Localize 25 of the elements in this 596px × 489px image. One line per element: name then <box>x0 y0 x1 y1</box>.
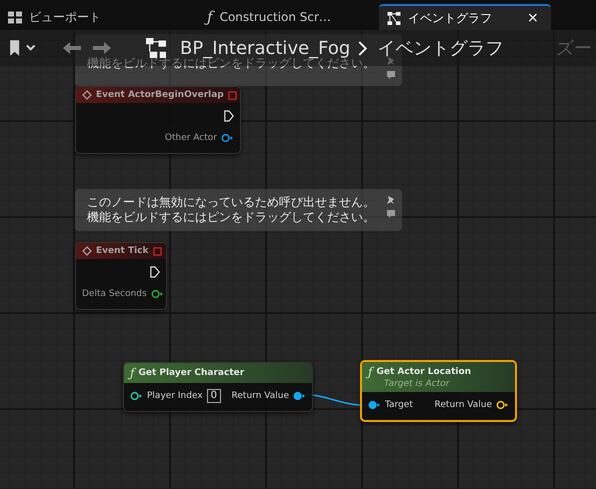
breadcrumb-link[interactable]: イベントグラフ <box>377 36 504 60</box>
node-title: Event ActorBeginOverlap <box>96 90 224 100</box>
comment-text: 機能をビルドするにはピンをドラッグしてください。 <box>87 210 376 225</box>
node-title: Get Actor Location <box>376 367 472 377</box>
pin-label: Other Actor <box>164 133 217 143</box>
node-title: Get Player Character <box>138 368 246 378</box>
tab[interactable]: ƒ Construction Scr… <box>199 4 339 30</box>
breadcrumb-link[interactable]: BP_Interactive_Fog <box>180 38 350 58</box>
tab[interactable]: ビューポート <box>0 4 109 30</box>
pin-label: Target <box>385 400 413 410</box>
zoom-label: ズー <box>556 37 592 60</box>
close-button[interactable]: × <box>522 10 543 26</box>
pin-label: Player Index <box>147 391 203 401</box>
comment-text: このノードは無効になっているため呼び出せません。 <box>87 195 376 210</box>
function-icon: ƒ <box>130 366 134 380</box>
pin-label: Delta Seconds <box>82 289 147 299</box>
function-icon: ƒ <box>368 365 372 379</box>
graph-node[interactable]: ƒ Get Player Character Player Index 0 Return Value <box>123 362 313 412</box>
node-title: Event Tick <box>96 246 149 256</box>
graph-node[interactable]: ƒ Get Actor Location Target is Actor Target Return Value <box>360 360 517 422</box>
tab[interactable]: イベントグラフ × <box>378 4 551 30</box>
pin-label: Return Value <box>232 391 289 401</box>
pin-label: Return Value <box>434 400 492 410</box>
input-field[interactable]: 0 <box>206 389 222 403</box>
node-subtitle: Target is Actor <box>384 379 451 389</box>
